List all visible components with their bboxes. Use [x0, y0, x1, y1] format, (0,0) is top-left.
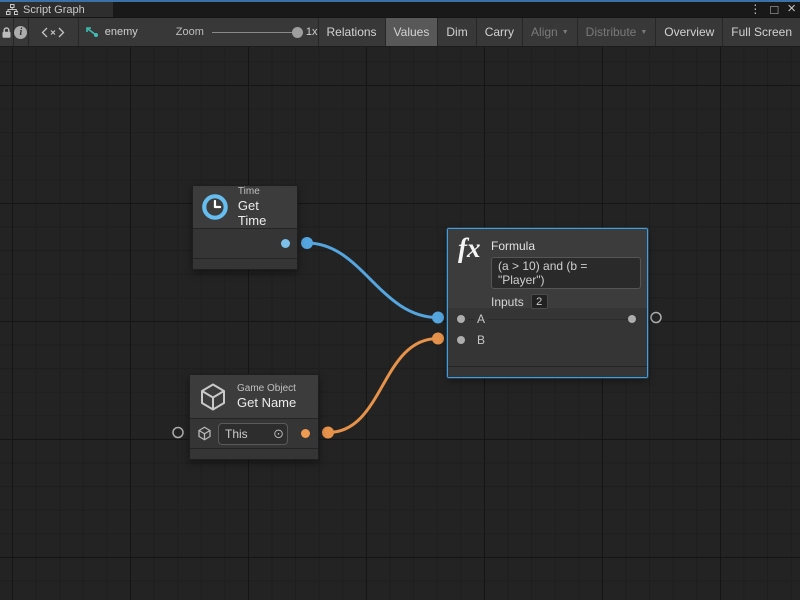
- get-name-footer: [190, 448, 318, 459]
- chevron-down-icon: ▼: [640, 29, 647, 36]
- script-graph-asset-icon: [85, 26, 99, 38]
- zoom-value: 1x: [306, 26, 318, 38]
- window-maximize-button[interactable]: □: [770, 3, 778, 16]
- get-time-output-port[interactable]: [281, 239, 290, 248]
- get-name-target-value: This: [225, 427, 273, 441]
- info-button[interactable]: i: [14, 18, 28, 46]
- connection-start-dot-blue[interactable]: [301, 237, 313, 249]
- zoom-control: Zoom 1x: [176, 18, 318, 46]
- formula-title: Formula: [491, 239, 639, 253]
- connection-start-dot-orange[interactable]: [322, 427, 334, 439]
- tab-script-graph[interactable]: Script Graph: [0, 2, 113, 17]
- get-name-input-port-unconnected[interactable]: [173, 428, 183, 438]
- get-time-footer: [193, 258, 297, 269]
- formula-input-b-label: B: [474, 333, 488, 347]
- node-formula[interactable]: fx Formula (a > 10) and (b = "Player") I…: [447, 228, 648, 378]
- formula-input-port-a[interactable]: [457, 315, 465, 323]
- get-name-ports-row: This ⊙: [190, 419, 318, 448]
- formula-footer: [448, 366, 647, 377]
- get-name-category: Game Object: [237, 383, 296, 395]
- lock-icon: [1, 26, 12, 39]
- formula-input-port-b[interactable]: [457, 336, 465, 344]
- window-close-button[interactable]: ×: [787, 2, 796, 15]
- connections-layer: [0, 47, 800, 600]
- get-time-ports-row: [193, 229, 297, 258]
- zoom-slider[interactable]: [212, 32, 298, 33]
- formula-body-spacer: [448, 350, 647, 366]
- connection-end-dot-blue[interactable]: [432, 312, 444, 324]
- window-menu-button[interactable]: ⋮: [749, 3, 761, 16]
- formula-fx-icon: fx: [458, 233, 481, 264]
- title-bar: Script Graph ⋮ □ ×: [0, 2, 800, 17]
- get-time-header: Time Get Time: [193, 186, 297, 229]
- formula-row-a: A: [448, 308, 647, 329]
- node-get-time[interactable]: Time Get Time: [192, 185, 298, 270]
- formula-output-port[interactable]: [628, 315, 636, 323]
- zoom-slider-handle[interactable]: [292, 27, 303, 38]
- full-screen-button[interactable]: Full Screen: [723, 18, 800, 46]
- graph-hierarchy-icon: [6, 4, 18, 16]
- connection-get-name-to-formula-b[interactable]: [328, 339, 438, 433]
- game-object-cube-icon-small: [197, 426, 212, 441]
- code-icon: [41, 27, 65, 38]
- distribute-button[interactable]: Distribute ▼: [578, 18, 657, 46]
- formula-inputs-count-input[interactable]: 2: [531, 294, 548, 309]
- toolbar-buttons: Relations Values Dim Carry Align ▼ Distr…: [318, 18, 800, 46]
- overview-button[interactable]: Overview: [656, 18, 723, 46]
- formula-output-port-unconnected[interactable]: [651, 313, 661, 323]
- dim-button[interactable]: Dim: [438, 18, 476, 46]
- get-time-title: Get Time: [238, 198, 287, 228]
- lock-button[interactable]: [0, 18, 13, 46]
- values-button[interactable]: Values: [386, 18, 439, 46]
- formula-row-b: B: [448, 329, 647, 350]
- graph-toolbar: i enemy Zoom 1x: [0, 17, 800, 47]
- formula-inputs-label: Inputs: [491, 295, 524, 309]
- graph-breadcrumb[interactable]: enemy: [79, 18, 148, 46]
- script-graph-window: Script Graph ⋮ □ × i: [0, 0, 800, 600]
- code-preview-button[interactable]: [29, 18, 79, 46]
- formula-input-a-label: A: [474, 312, 488, 326]
- chevron-down-icon: ▼: [562, 29, 569, 36]
- get-name-output-port[interactable]: [301, 429, 310, 438]
- zoom-label: Zoom: [176, 26, 204, 38]
- tab-title: Script Graph: [23, 4, 85, 16]
- get-name-target-field[interactable]: This ⊙: [218, 423, 288, 445]
- window-controls: ⋮ □ ×: [749, 2, 796, 17]
- formula-expression-input[interactable]: (a > 10) and (b = "Player"): [491, 257, 641, 289]
- get-name-title: Get Name: [237, 395, 296, 410]
- graph-canvas[interactable]: Time Get Time fx Formula (a > 10) and (b…: [0, 47, 800, 600]
- connection-end-dot-orange[interactable]: [432, 333, 444, 345]
- formula-header: fx Formula (a > 10) and (b = "Player") I…: [448, 229, 647, 308]
- align-button[interactable]: Align ▼: [523, 18, 578, 46]
- formula-inputs-row: Inputs 2: [491, 294, 639, 309]
- clock-icon: [201, 192, 229, 222]
- relations-button[interactable]: Relations: [319, 18, 386, 46]
- info-icon: i: [14, 26, 27, 39]
- get-name-header: Game Object Get Name: [190, 375, 318, 419]
- formula-relation-line: [468, 319, 633, 320]
- get-time-category: Time: [238, 186, 287, 198]
- connection-get-time-to-formula-a[interactable]: [307, 243, 438, 318]
- object-picker-icon[interactable]: ⊙: [273, 427, 284, 440]
- graph-name: enemy: [105, 26, 138, 38]
- game-object-cube-icon: [198, 382, 228, 412]
- carry-button[interactable]: Carry: [477, 18, 523, 46]
- node-get-name[interactable]: Game Object Get Name This ⊙: [189, 374, 319, 460]
